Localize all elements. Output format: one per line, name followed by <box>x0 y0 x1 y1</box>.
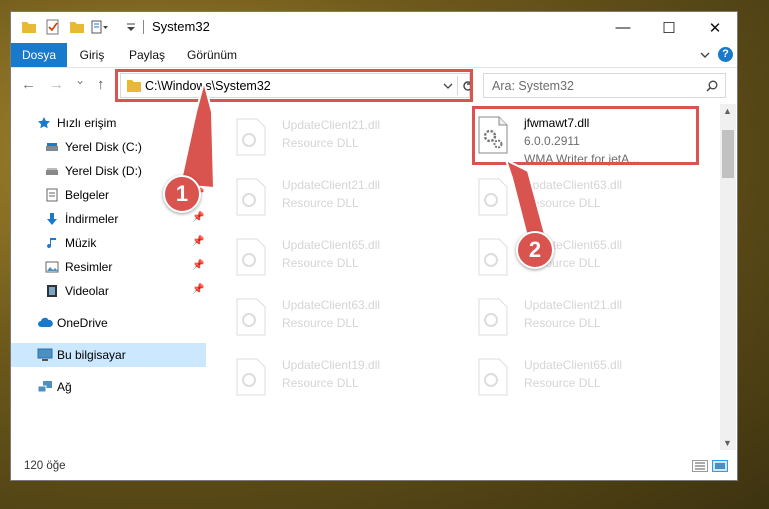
tutorial-arrows <box>178 78 548 242</box>
arrow-2-shape <box>504 158 548 242</box>
callout-badge-1: 1 <box>163 175 201 213</box>
arrow-1-shape <box>178 78 216 190</box>
callout-badge-2: 2 <box>516 231 554 269</box>
